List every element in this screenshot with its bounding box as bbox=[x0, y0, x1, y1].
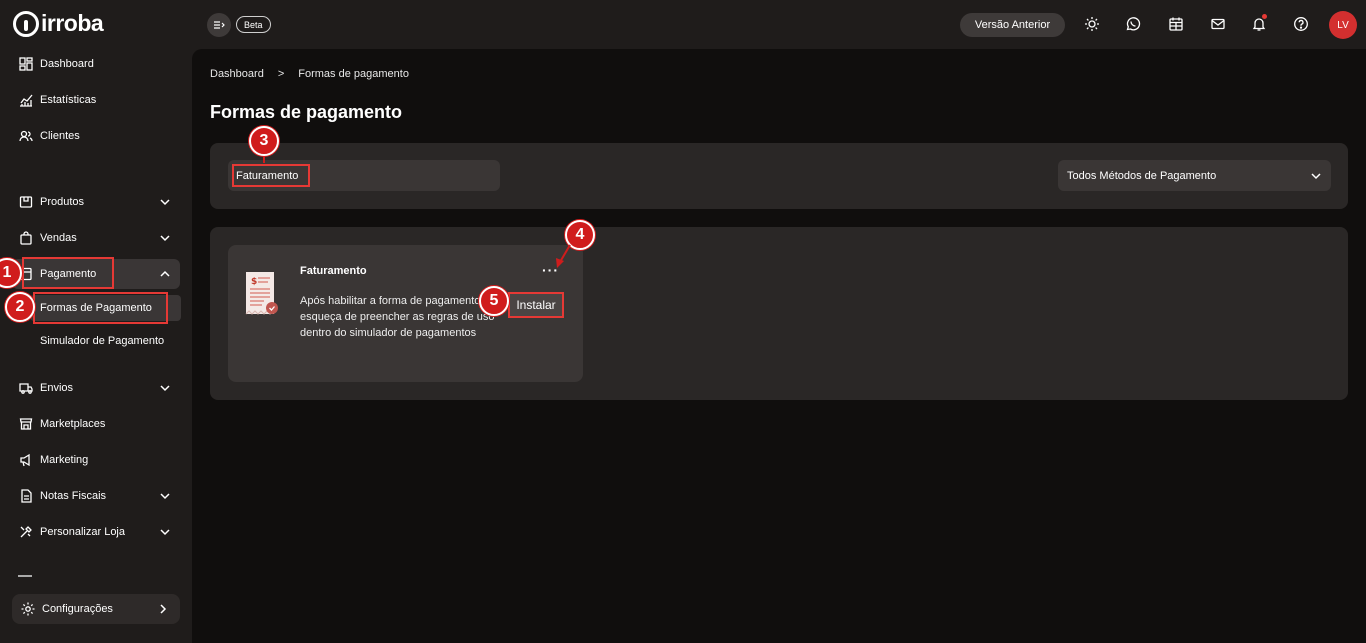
notifications-button[interactable] bbox=[1249, 14, 1269, 34]
invoice-dollar-icon: $ bbox=[245, 272, 278, 315]
install-button[interactable]: Instalar bbox=[508, 292, 564, 318]
highlight-box-3 bbox=[232, 164, 310, 187]
chevron-up-icon bbox=[160, 270, 170, 277]
bag-icon bbox=[18, 230, 34, 246]
whatsapp-icon bbox=[1126, 17, 1141, 31]
sidebar-item-clientes[interactable]: Clientes bbox=[12, 121, 180, 151]
truck-icon bbox=[18, 380, 34, 396]
search-input[interactable]: Faturamento bbox=[228, 160, 500, 191]
sidebar-item-label: Notas Fiscais bbox=[40, 490, 107, 502]
sidebar-item-label: Estatísticas bbox=[40, 94, 97, 106]
sidebar-item-label: Vendas bbox=[40, 232, 77, 244]
sidebar-item-label: Envios bbox=[40, 382, 74, 394]
chevron-down-icon bbox=[160, 529, 170, 536]
notification-dot bbox=[1262, 14, 1267, 19]
chevron-down-icon bbox=[160, 199, 170, 206]
chevron-down-icon bbox=[1311, 173, 1321, 180]
breadcrumb-separator: > bbox=[277, 68, 285, 80]
payment-method-title: Faturamento bbox=[300, 265, 367, 277]
sidebar-item-marketing[interactable]: Marketing bbox=[12, 445, 180, 475]
help-button[interactable] bbox=[1291, 14, 1311, 34]
box-icon bbox=[18, 194, 34, 210]
brand-name: irroba bbox=[41, 10, 104, 36]
dashboard-icon bbox=[18, 56, 34, 72]
step-badge-4: 4 bbox=[565, 220, 595, 250]
filter-panel: Faturamento Todos Métodos de Pagamento bbox=[210, 143, 1348, 209]
sidebar-item-label: Produtos bbox=[40, 196, 85, 208]
logo-mark-icon bbox=[13, 10, 39, 37]
sidebar-subitem-label: Formas de Pagamento bbox=[40, 302, 152, 314]
megaphone-icon bbox=[18, 452, 34, 468]
config-label: Configurações bbox=[42, 603, 113, 615]
sidebar-item-marketplaces[interactable]: Marketplaces bbox=[12, 409, 180, 439]
payment-method-select-value: Todos Métodos de Pagamento bbox=[1067, 169, 1217, 182]
theme-toggle-button[interactable] bbox=[1082, 14, 1102, 34]
sidebar-item-estatisticas[interactable]: Estatísticas bbox=[12, 85, 180, 115]
beta-badge: Beta bbox=[236, 16, 271, 33]
stats-icon bbox=[18, 92, 34, 108]
chevron-right-icon bbox=[160, 604, 167, 614]
more-options-button[interactable]: ··· bbox=[542, 263, 559, 277]
store-icon bbox=[18, 416, 34, 432]
menu-collapse-icon bbox=[214, 21, 225, 29]
gear-icon bbox=[21, 602, 35, 616]
sidebar-item-label: Pagamento bbox=[40, 268, 97, 280]
sidebar-item-label: Personalizar Loja bbox=[40, 526, 125, 538]
previous-version-button[interactable]: Versão Anterior bbox=[960, 13, 1065, 37]
invoice-icon bbox=[18, 488, 34, 504]
configuracoes-button[interactable]: Configurações bbox=[12, 594, 180, 624]
sidebar-item-label: Marketing bbox=[40, 454, 89, 466]
mail-button[interactable] bbox=[1208, 14, 1228, 34]
user-avatar[interactable]: LV bbox=[1329, 11, 1357, 39]
payment-method-card: $ Faturamento ··· Após habilitar a forma… bbox=[228, 245, 583, 382]
step-badge-3: 3 bbox=[249, 126, 279, 156]
main-content: Dashboard > Formas de pagamento Formas d… bbox=[192, 49, 1366, 643]
menu-toggle-button[interactable] bbox=[207, 13, 231, 37]
payment-method-select[interactable]: Todos Métodos de Pagamento bbox=[1058, 160, 1331, 191]
payment-methods-panel: $ Faturamento ··· Após habilitar a forma… bbox=[210, 227, 1348, 400]
sidebar-item-label: Dashboard bbox=[40, 58, 94, 70]
sidebar-item-envios[interactable]: Envios bbox=[12, 373, 180, 403]
brand-logo[interactable]: irroba bbox=[13, 10, 104, 37]
sidebar-item-vendas[interactable]: Vendas bbox=[12, 223, 180, 253]
chevron-down-icon bbox=[160, 493, 170, 500]
page-title: Formas de pagamento bbox=[210, 102, 403, 122]
sidebar-subitem-simulador-de-pagamento[interactable]: Simulador de Pagamento bbox=[30, 328, 181, 354]
sidebar: irroba Dashboard Estatísticas Clientes P… bbox=[0, 0, 192, 643]
breadcrumb-current: Formas de pagamento bbox=[298, 68, 409, 80]
clients-icon bbox=[18, 128, 34, 144]
sidebar-item-dashboard[interactable]: Dashboard bbox=[12, 49, 180, 79]
svg-text:$: $ bbox=[251, 277, 257, 287]
sidebar-subitem-formas-de-pagamento[interactable]: Formas de Pagamento bbox=[30, 295, 181, 321]
sun-icon bbox=[1085, 17, 1099, 31]
step-badge-5: 5 bbox=[479, 286, 509, 316]
sidebar-item-pagamento[interactable]: Pagamento bbox=[12, 259, 180, 289]
calendar-icon bbox=[1169, 17, 1183, 31]
chevron-down-icon bbox=[160, 235, 170, 242]
mail-icon bbox=[1211, 18, 1225, 30]
sidebar-item-personalizar-loja[interactable]: Personalizar Loja bbox=[12, 517, 180, 547]
sidebar-item-label: Marketplaces bbox=[40, 418, 106, 430]
tools-icon bbox=[18, 524, 34, 540]
sidebar-scroll-hint bbox=[18, 575, 32, 577]
whatsapp-button[interactable] bbox=[1123, 14, 1143, 34]
breadcrumb-home[interactable]: Dashboard bbox=[210, 68, 264, 80]
breadcrumb: Dashboard > Formas de pagamento bbox=[210, 68, 409, 80]
sidebar-item-notas-fiscais[interactable]: Notas Fiscais bbox=[12, 481, 180, 511]
sidebar-item-produtos[interactable]: Produtos bbox=[12, 187, 180, 217]
step-badge-2: 2 bbox=[5, 292, 35, 322]
sidebar-subitem-label: Simulador de Pagamento bbox=[40, 335, 165, 347]
calendar-button[interactable] bbox=[1166, 14, 1186, 34]
sidebar-item-label: Clientes bbox=[40, 130, 80, 142]
help-icon bbox=[1294, 17, 1308, 31]
chevron-down-icon bbox=[160, 385, 170, 392]
